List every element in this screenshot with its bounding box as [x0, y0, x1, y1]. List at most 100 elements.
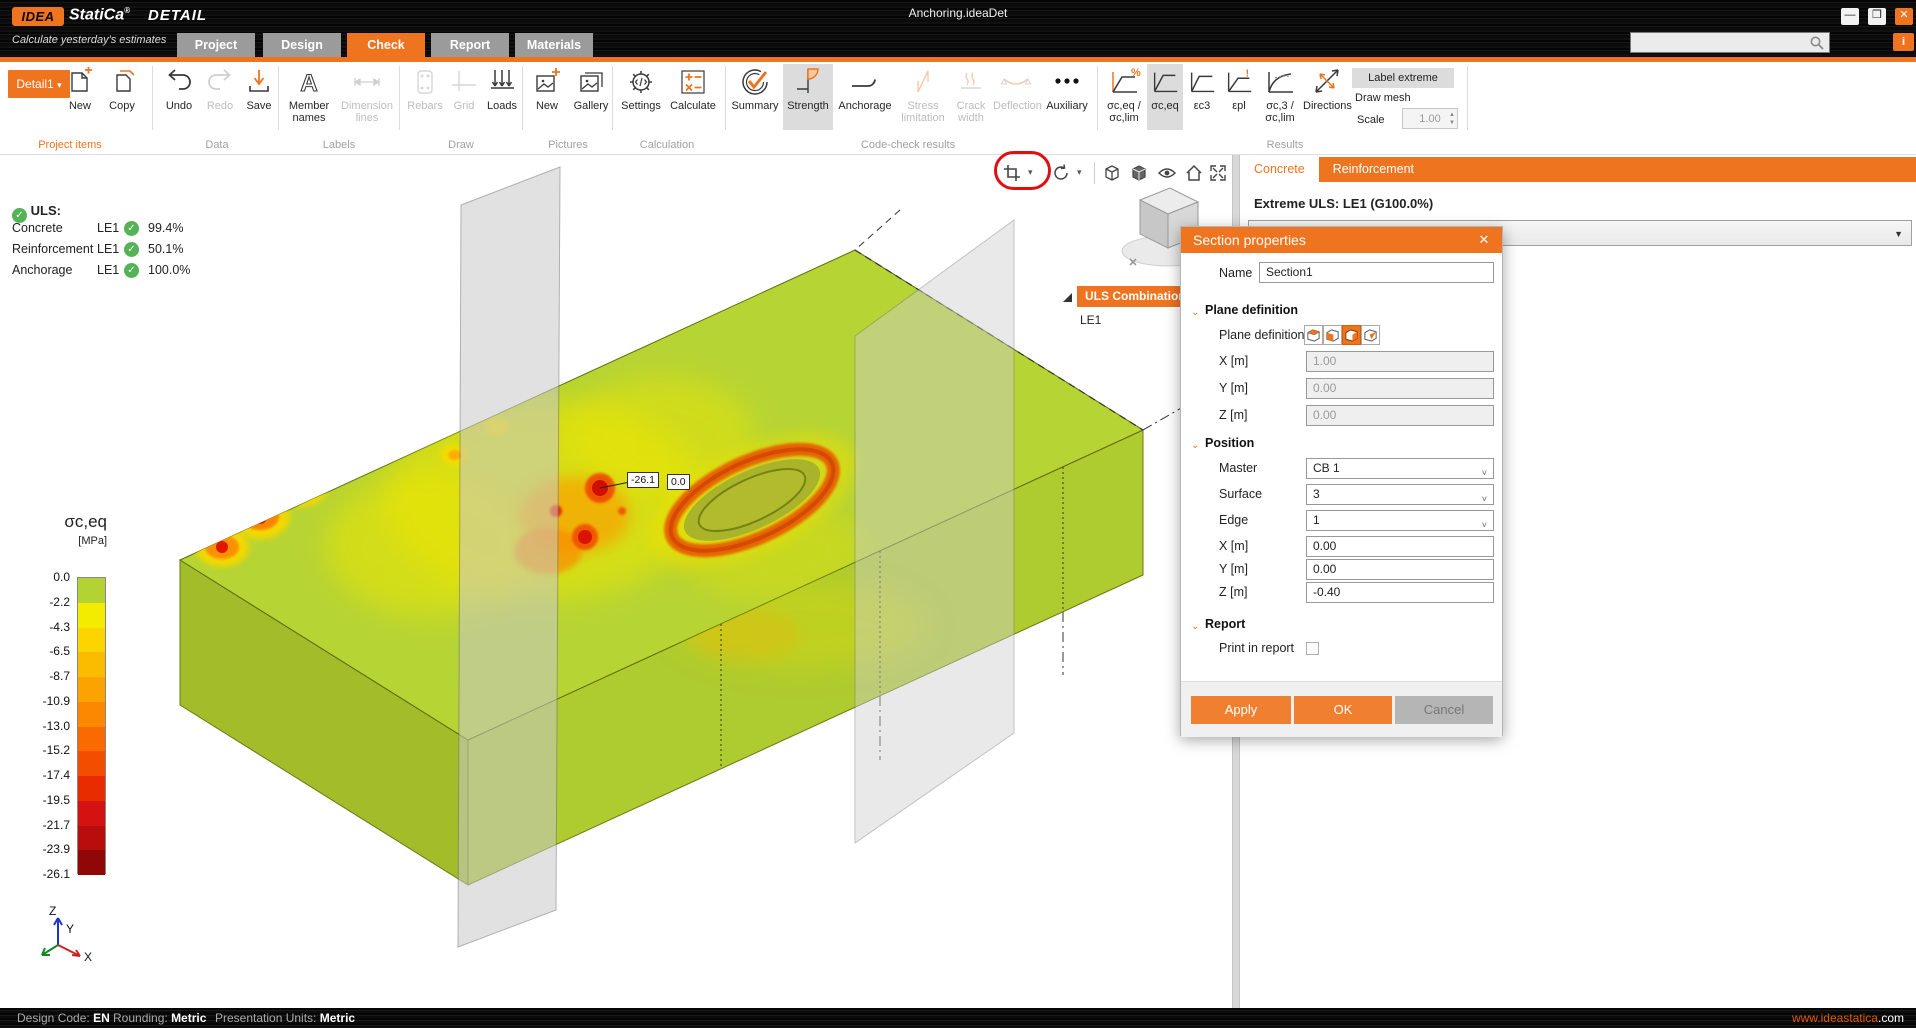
- strength-button[interactable]: Strength: [783, 64, 833, 130]
- result-sceq-sclim-button[interactable]: % σc,eq / σc,lim: [1102, 64, 1146, 125]
- gallery-button[interactable]: Gallery: [568, 64, 614, 112]
- dimension-lines-button[interactable]: Dimension lines: [338, 64, 396, 125]
- scale-stepper[interactable]: 1.00▲▼: [1402, 108, 1458, 129]
- label-extreme-toggle[interactable]: Label extreme: [1352, 68, 1454, 88]
- redo-button[interactable]: Redo: [200, 64, 240, 112]
- plane-mode-x-button[interactable]: [1304, 325, 1323, 345]
- gear-icon: [617, 64, 665, 100]
- master-select[interactable]: CB 1˅: [1306, 458, 1494, 479]
- ok-button[interactable]: OK: [1294, 696, 1392, 724]
- visibility-button[interactable]: [1155, 160, 1179, 186]
- stepper-up-icon[interactable]: ▲: [1449, 112, 1455, 118]
- plane-y-input[interactable]: 0.00: [1306, 378, 1494, 399]
- member-names-button[interactable]: A Member names: [282, 64, 336, 125]
- rebars-button[interactable]: Rebars: [404, 64, 446, 112]
- website-link[interactable]: www.ideastatica.com: [1792, 1008, 1904, 1028]
- deflection-arc-icon: [993, 64, 1039, 100]
- undo-icon: [158, 64, 200, 100]
- pos-z-input[interactable]: -0.40: [1306, 582, 1494, 603]
- new-project-item-button[interactable]: New: [60, 64, 100, 112]
- crack-width-button[interactable]: Crack width: [950, 64, 992, 125]
- wireframe-view-button[interactable]: [1100, 160, 1124, 186]
- legend-band: [78, 628, 105, 653]
- calculate-button[interactable]: Calculate: [666, 64, 720, 112]
- legend-tick-label: -26.1: [6, 867, 70, 881]
- loads-icon: [483, 64, 521, 100]
- pos-y-input[interactable]: 0.00: [1306, 559, 1494, 580]
- clip-rotate-dropdown[interactable]: ▾: [1077, 167, 1082, 178]
- print-in-report-checkbox[interactable]: [1306, 642, 1319, 655]
- tab-concrete[interactable]: Concrete: [1240, 157, 1319, 182]
- tab-materials[interactable]: Materials: [515, 33, 593, 57]
- dialog-close-icon[interactable]: ✕: [1474, 227, 1494, 253]
- maximize-button[interactable]: ❒: [1868, 8, 1886, 25]
- expander-triangle-icon[interactable]: [1063, 293, 1072, 302]
- info-button[interactable]: i: [1893, 33, 1914, 51]
- print-in-report-label: Print in report: [1219, 641, 1294, 655]
- uls-combination-label[interactable]: ULS Combination: [1077, 286, 1194, 307]
- plane-x-label: X [m]: [1219, 354, 1248, 368]
- directions-button[interactable]: Directions: [1303, 64, 1351, 112]
- section-crop-dropdown[interactable]: ▾: [1028, 167, 1033, 178]
- name-input[interactable]: Section1: [1259, 262, 1494, 283]
- apply-button[interactable]: Apply: [1191, 696, 1291, 724]
- result-sc3-sclim-button[interactable]: σc,3 / σc,lim: [1258, 64, 1302, 125]
- search-input[interactable]: [1630, 32, 1830, 53]
- anchorage-button[interactable]: Anchorage: [834, 64, 896, 112]
- new-picture-button[interactable]: New: [527, 64, 567, 112]
- zoom-fit-button[interactable]: [1206, 160, 1230, 186]
- result-epl-button[interactable]: ! εpl: [1221, 64, 1257, 112]
- close-button[interactable]: ✕: [1895, 8, 1913, 25]
- rounding-status: Rounding: Metric: [113, 1008, 206, 1028]
- cancel-button[interactable]: Cancel: [1395, 696, 1493, 724]
- chevron-down-icon[interactable]: ⌄: [1191, 621, 1199, 632]
- chevron-down-icon[interactable]: ⌄: [1191, 307, 1199, 318]
- group-label-labels: Labels: [323, 139, 355, 151]
- tagline: Calculate yesterday's estimates: [12, 34, 166, 46]
- tab-report[interactable]: Report: [431, 33, 509, 57]
- section-plane-left[interactable]: [458, 167, 560, 947]
- solid-view-button[interactable]: [1127, 160, 1151, 186]
- settings-button[interactable]: Settings: [617, 64, 665, 112]
- chevron-down-icon: ˅: [1482, 464, 1487, 483]
- deflection-button[interactable]: Deflection: [993, 64, 1039, 112]
- strength-diagram-icon: [783, 64, 833, 100]
- save-button[interactable]: Save: [240, 64, 278, 112]
- scale-label: Scale: [1357, 114, 1385, 126]
- plane-mode-custom-button[interactable]: [1361, 325, 1380, 345]
- plane-x-input[interactable]: 1.00: [1306, 351, 1494, 372]
- result-ec3-button[interactable]: εc3: [1184, 64, 1220, 112]
- stepper-down-icon[interactable]: ▼: [1449, 120, 1455, 126]
- home-view-button[interactable]: [1182, 160, 1206, 186]
- tab-reinforcement[interactable]: Reinforcement: [1319, 157, 1428, 182]
- minimize-button[interactable]: —: [1841, 8, 1859, 25]
- tab-check[interactable]: Check: [347, 33, 425, 57]
- scene-3d[interactable]: Z Y X: [0, 155, 1232, 1008]
- tab-design[interactable]: Design: [263, 33, 341, 57]
- plane-mode-z-button[interactable]: [1342, 325, 1361, 345]
- loads-button[interactable]: Loads: [483, 64, 521, 112]
- result-sceq-button[interactable]: σc,eq: [1147, 64, 1183, 130]
- draw-mesh-toggle[interactable]: Draw mesh: [1355, 92, 1411, 104]
- legend-band: [78, 727, 105, 752]
- grid-button[interactable]: Grid: [447, 64, 481, 112]
- plane-z-input[interactable]: 0.00: [1306, 405, 1494, 426]
- undo-button[interactable]: Undo: [158, 64, 200, 112]
- plane-mode-y-button[interactable]: [1323, 325, 1342, 345]
- section-crop-button[interactable]: [1000, 160, 1024, 186]
- legend-tick-label: -6.5: [6, 644, 70, 658]
- chevron-down-icon: ˅: [1482, 516, 1487, 535]
- pos-x-input[interactable]: 0.00: [1306, 536, 1494, 557]
- summary-check-button[interactable]: Summary: [729, 64, 781, 112]
- tab-project[interactable]: Project: [177, 33, 255, 57]
- auxiliary-button[interactable]: Auxiliary: [1040, 64, 1094, 112]
- legend-band: [78, 652, 105, 677]
- surface-select[interactable]: 3˅: [1306, 484, 1494, 505]
- copy-button[interactable]: Copy: [102, 64, 142, 112]
- chevron-down-icon[interactable]: ⌄: [1191, 440, 1199, 451]
- plastic-strain-curve-icon: !: [1221, 64, 1257, 100]
- clip-rotate-button[interactable]: [1049, 160, 1073, 186]
- redo-icon: [200, 64, 240, 100]
- stress-limitation-button[interactable]: Stress limitation: [897, 64, 949, 125]
- edge-select[interactable]: 1˅: [1306, 510, 1494, 531]
